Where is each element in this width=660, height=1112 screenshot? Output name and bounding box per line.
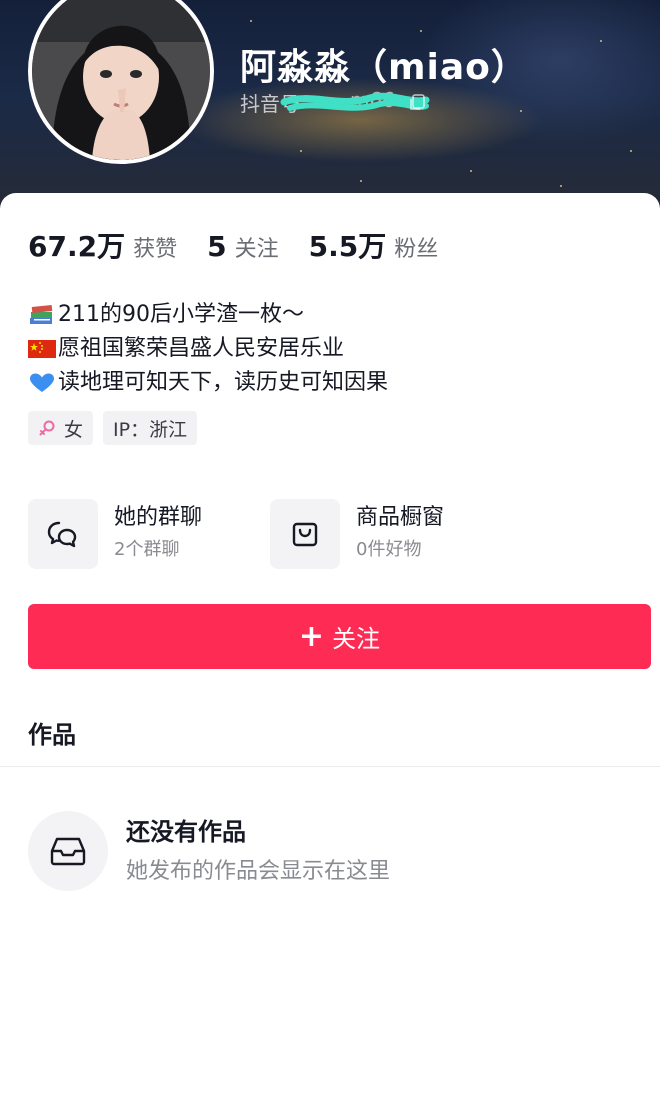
female-icon — [39, 420, 55, 436]
bio-line-1: 211的90后小学渣一枚～ — [58, 302, 304, 327]
likes-count[interactable]: 67.2万 — [28, 225, 125, 265]
group-chat-icon-box — [28, 499, 98, 569]
shop-icon-box — [270, 499, 340, 569]
inbox-tray-icon — [50, 837, 86, 866]
follow-button-label: 关注 — [332, 625, 381, 653]
bio: 211的90后小学渣一枚～ 愿祖国繁荣昌盛人民安居乐业 读地理可知天下，读历史可… — [28, 298, 388, 400]
stats-row: 67.2万 获赞 5 关注 5.5万 粉丝 — [28, 225, 468, 265]
shopping-bag-icon — [292, 522, 318, 547]
douyin-id-row: 抖音号 m66 — [240, 88, 430, 116]
profile-banner: 阿淼淼（miao） 抖音号 m66 — [0, 0, 660, 215]
shop-subtitle: 0件好物 — [356, 539, 422, 560]
followers-label[interactable]: 粉丝 — [394, 231, 438, 263]
gender-label: 女 — [64, 418, 84, 441]
avatar[interactable] — [28, 0, 214, 164]
empty-works-state: 还没有作品 她发布的作品会显示在这里 — [28, 811, 390, 891]
divider — [0, 766, 660, 767]
following-label[interactable]: 关注 — [235, 231, 279, 263]
features-row: 她的群聊 2个群聊 商品橱窗 0件好物 — [28, 499, 512, 569]
bio-line-3: 读地理可知天下，读历史可知因果 — [58, 370, 389, 395]
shop-window-entry[interactable]: 商品橱窗 0件好物 — [270, 499, 512, 569]
bio-line: 读地理可知天下，读历史可知因果 — [28, 366, 388, 400]
followers-count[interactable]: 5.5万 — [309, 225, 387, 265]
shop-title: 商品橱窗 — [356, 505, 445, 530]
chat-bubbles-icon — [47, 521, 77, 548]
ip-label: IP：浙江 — [113, 418, 188, 441]
empty-subtitle: 她发布的作品会显示在这里 — [126, 859, 391, 884]
ip-tag: IP：浙江 — [103, 411, 198, 445]
empty-text: 还没有作品 她发布的作品会显示在这里 — [126, 811, 390, 889]
empty-icon-box — [28, 811, 108, 891]
group-chat-subtitle: 2个群聊 — [114, 539, 180, 560]
likes-label[interactable]: 获赞 — [133, 231, 177, 263]
works-tab-title[interactable]: 作品 — [28, 715, 76, 750]
profile-card: 67.2万 获赞 5 关注 5.5万 粉丝 211的90后小学渣一枚～ 愿祖国繁… — [0, 193, 660, 1112]
china-flag-icon — [28, 340, 56, 358]
blue-heart-icon — [30, 373, 54, 392]
group-chat-text: 她的群聊 2个群聊 — [114, 499, 202, 565]
bio-line-2: 愿祖国繁荣昌盛人民安居乐业 — [58, 336, 345, 361]
copy-icon[interactable] — [408, 92, 428, 112]
group-chat-entry[interactable]: 她的群聊 2个群聊 — [28, 499, 270, 569]
plus-icon: + — [298, 618, 325, 654]
follow-button[interactable]: + 关注 — [28, 604, 651, 669]
gender-tag: 女 — [28, 411, 94, 445]
books-emoji-icon — [30, 304, 53, 324]
nickname: 阿淼淼（miao） — [240, 47, 528, 88]
tags-row: 女 IP：浙江 — [28, 411, 207, 445]
bio-line: 211的90后小学渣一枚～ — [28, 298, 388, 332]
group-chat-title: 她的群聊 — [114, 505, 203, 530]
following-count[interactable]: 5 — [207, 230, 226, 263]
shop-text: 商品橱窗 0件好物 — [356, 499, 444, 565]
bio-line: 愿祖国繁荣昌盛人民安居乐业 — [28, 332, 388, 366]
empty-title: 还没有作品 — [126, 818, 246, 846]
